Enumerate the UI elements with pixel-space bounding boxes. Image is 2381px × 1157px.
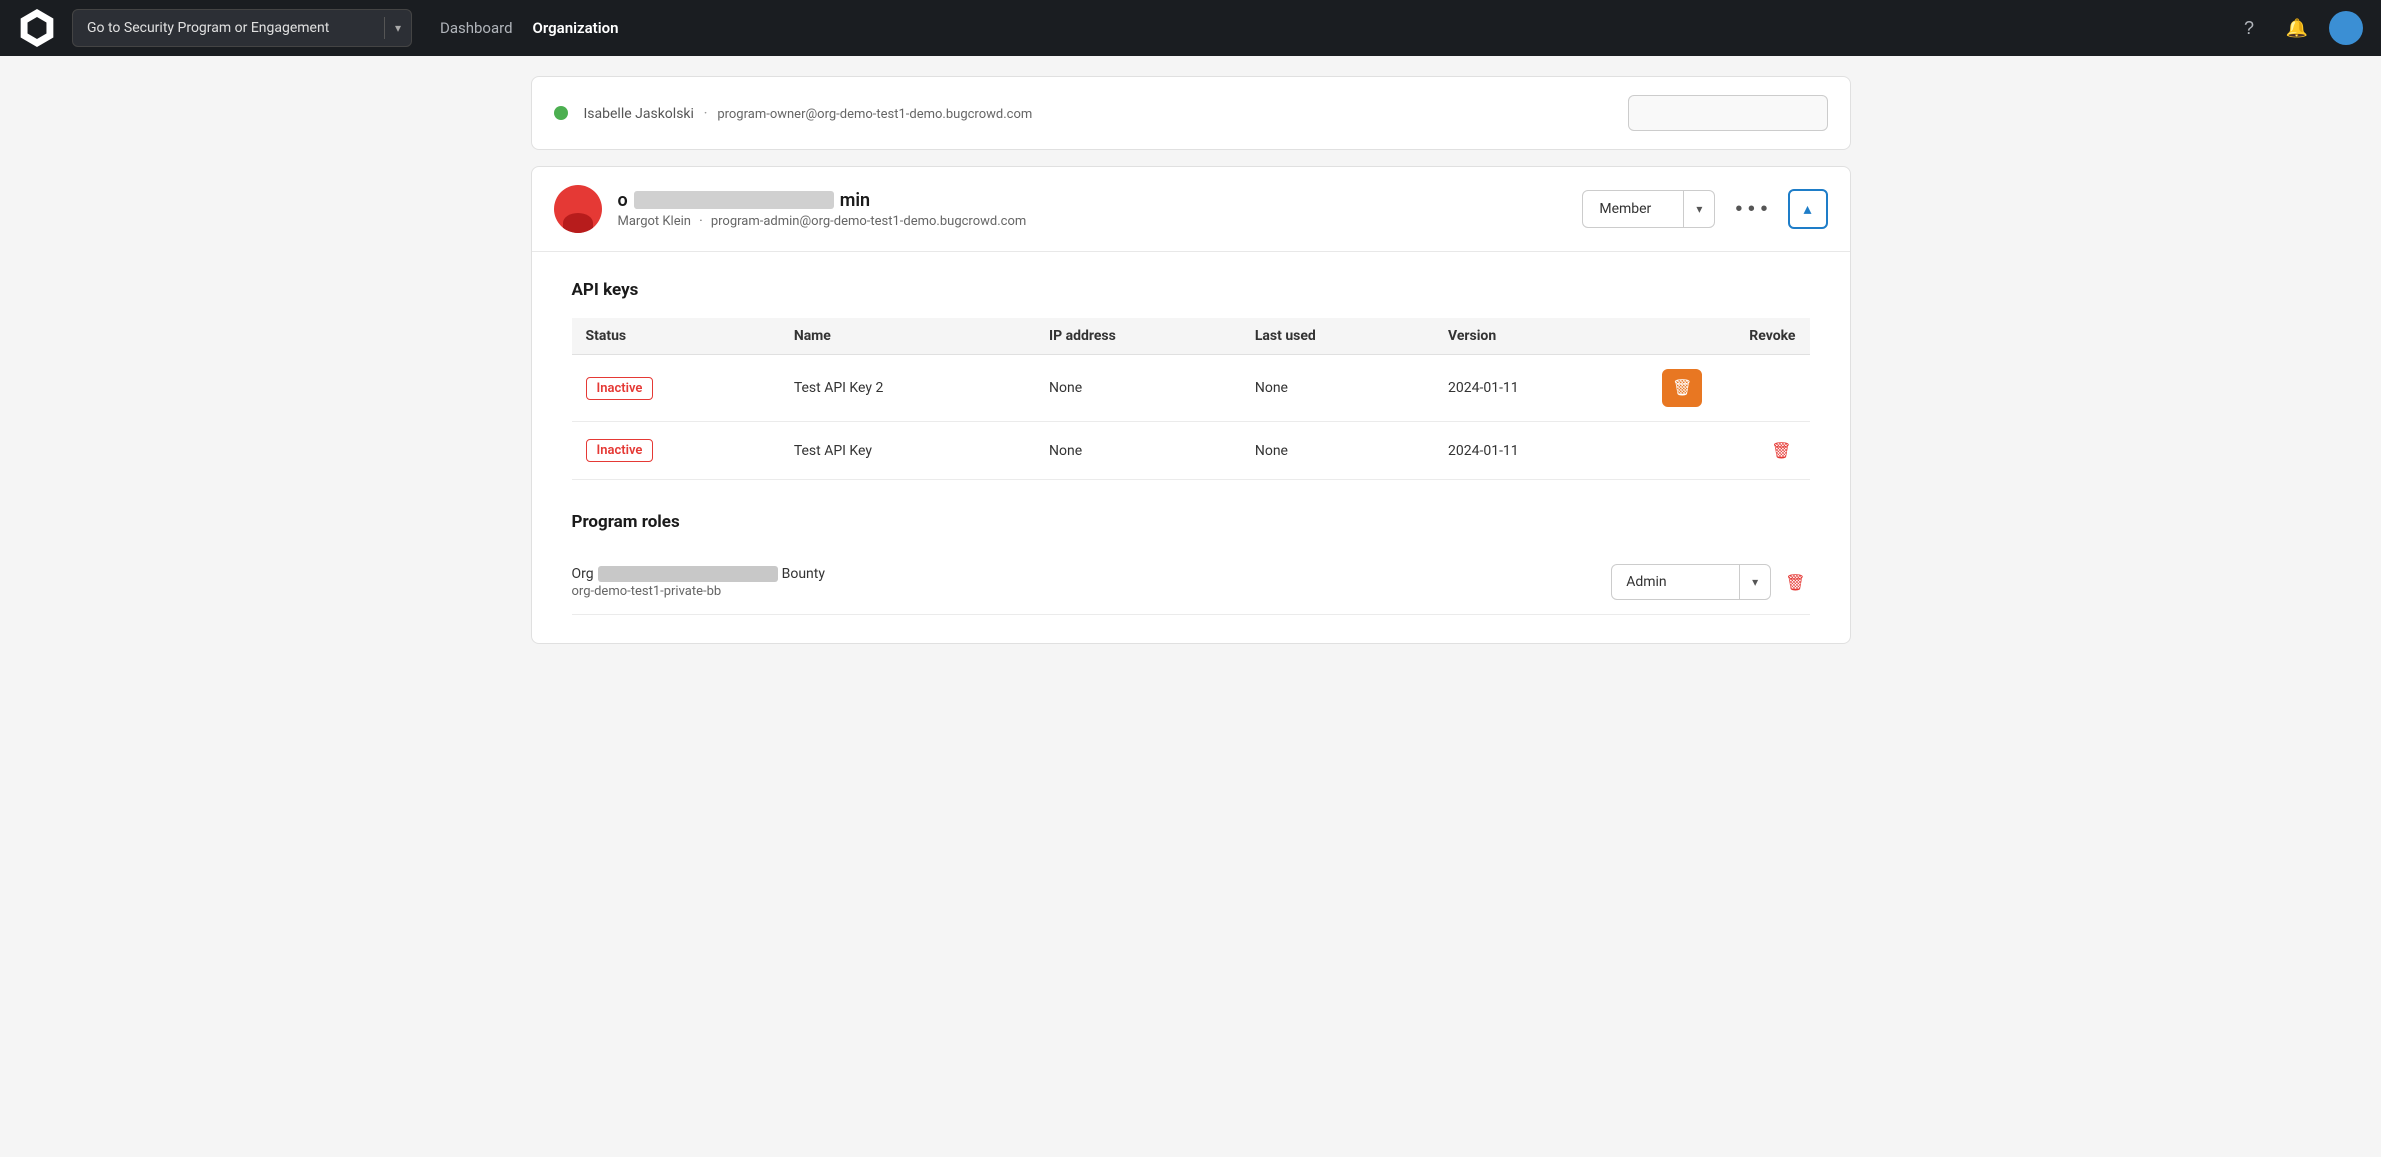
program-roles-section: Program roles Org Bounty org-demo-test1-… (572, 512, 1810, 615)
role-select[interactable]: Member ▾ (1582, 190, 1715, 228)
api-table-body: Inactive Test API Key 2 None None 2024-0… (572, 355, 1810, 480)
top-member-name: Isabelle Jaskolski (584, 106, 694, 122)
col-status: Status (572, 318, 780, 355)
program-role-item-1: Org Bounty org-demo-test1-private-bb Adm… (572, 550, 1810, 615)
api-keys-section: API keys Status Name IP address Last use… (572, 280, 1810, 480)
row2-status: Inactive (572, 422, 780, 480)
notifications-button[interactable]: 🔔 (2281, 12, 2313, 44)
name-prefix: o (618, 190, 628, 211)
revoke-button-highlighted[interactable]: 🗑 (1662, 369, 1702, 407)
dashboard-link[interactable]: Dashboard (440, 19, 513, 37)
email-address: program-admin@org-demo-test1-demo.bugcro… (711, 214, 1026, 229)
api-table-header-row: Status Name IP address Last used Version… (572, 318, 1810, 355)
top-navigation: Go to Security Program or Engagement ▾ D… (0, 0, 2381, 56)
chevron-down-icon: ▾ (1684, 202, 1714, 216)
role-name-prefix: Org (572, 566, 594, 582)
member-expanded-content: API keys Status Name IP address Last use… (532, 252, 1850, 643)
logo-inner (26, 17, 48, 39)
col-last-used: Last used (1241, 318, 1434, 355)
trash-icon-plain: 🗑 (1771, 443, 1791, 460)
role-name-suffix: Bounty (782, 566, 825, 582)
program-role-name: Org Bounty (572, 566, 1612, 582)
row2-revoke: 🗑 (1648, 422, 1809, 480)
member-name: o min (618, 190, 1567, 211)
api-key-row-2: Inactive Test API Key None None 2024-01-… (572, 422, 1810, 480)
main-member-card: o min Margot Klein · program-admin@org-d… (531, 166, 1851, 644)
row2-last-used: None (1241, 422, 1434, 480)
admin-role-select[interactable]: Admin ▾ (1611, 564, 1771, 600)
row2-name: Test API Key (780, 422, 1035, 480)
top-member-email: program-owner@org-demo-test1-demo.bugcro… (717, 107, 1032, 122)
col-version: Version (1434, 318, 1648, 355)
admin-role-label: Admin (1612, 574, 1739, 590)
help-button[interactable]: ? (2233, 12, 2265, 44)
member-avatar (554, 185, 602, 233)
row1-version: 2024-01-11 (1434, 355, 1648, 422)
dropdown-divider (384, 17, 385, 39)
trash-icon: 🗑 (1672, 378, 1692, 398)
member-header: o min Margot Klein · program-admin@org-d… (532, 167, 1850, 252)
role-select-placeholder (1628, 95, 1828, 131)
row1-last-used: None (1241, 355, 1434, 422)
name-suffix: min (840, 190, 870, 211)
status-badge-inactive: Inactive (586, 377, 654, 400)
role-label: Member (1583, 201, 1683, 217)
nav-icons: ? 🔔 (2233, 11, 2363, 45)
top-member-card: Isabelle Jaskolski · program-owner@org-d… (531, 76, 1851, 150)
chevron-down-icon: ▾ (1740, 575, 1770, 589)
more-icon: • • • (1735, 198, 1767, 220)
collapse-button[interactable]: ▴ (1788, 189, 1828, 229)
status-dot (554, 106, 568, 120)
member-info: o min Margot Klein · program-admin@org-d… (618, 190, 1567, 229)
col-name: Name (780, 318, 1035, 355)
chevron-up-icon: ▴ (1803, 199, 1811, 219)
program-role-info: Org Bounty org-demo-test1-private-bb (572, 566, 1612, 599)
page-content: Isabelle Jaskolski · program-owner@org-d… (501, 56, 1881, 680)
api-key-row-1: Inactive Test API Key 2 None None 2024-0… (572, 355, 1810, 422)
member-email: Margot Klein · program-admin@org-demo-te… (618, 214, 1567, 229)
logo[interactable] (18, 9, 56, 47)
organization-link[interactable]: Organization (533, 19, 619, 37)
user-avatar[interactable] (2329, 11, 2363, 45)
revoke-button-plain[interactable]: 🗑 (1767, 436, 1795, 465)
api-table-header: Status Name IP address Last used Version… (572, 318, 1810, 355)
api-keys-title: API keys (572, 280, 1810, 300)
row1-name: Test API Key 2 (780, 355, 1035, 422)
api-keys-table: Status Name IP address Last used Version… (572, 318, 1810, 480)
email-separator: · (699, 214, 702, 229)
chevron-down-icon: ▾ (395, 21, 401, 35)
row2-version: 2024-01-11 (1434, 422, 1648, 480)
role-name-redacted (598, 566, 778, 582)
col-ip: IP address (1035, 318, 1241, 355)
sub-name: Margot Klein (618, 214, 691, 229)
remove-role-button[interactable]: 🗑 (1781, 568, 1809, 597)
row2-ip: None (1035, 422, 1241, 480)
row1-revoke: 🗑 (1648, 355, 1809, 422)
trash-icon-role: 🗑 (1785, 575, 1805, 592)
program-roles-title: Program roles (572, 512, 1810, 532)
bell-icon: 🔔 (2286, 18, 2308, 39)
row1-ip: None (1035, 355, 1241, 422)
program-role-controls: Admin ▾ 🗑 (1611, 564, 1809, 600)
program-role-sub: org-demo-test1-private-bb (572, 584, 1612, 599)
top-member-separator: · (704, 104, 708, 122)
nav-links: Dashboard Organization (440, 19, 618, 37)
col-revoke: Revoke (1648, 318, 1809, 355)
dropdown-label: Go to Security Program or Engagement (87, 20, 374, 36)
row1-status: Inactive (572, 355, 780, 422)
top-member-info: Isabelle Jaskolski · program-owner@org-d… (584, 104, 1033, 122)
member-controls: Member ▾ • • • ▴ (1582, 189, 1827, 229)
status-badge-inactive-2: Inactive (586, 439, 654, 462)
more-options-button[interactable]: • • • (1727, 194, 1775, 225)
name-redacted (634, 191, 834, 209)
help-icon: ? (2244, 18, 2254, 39)
security-program-dropdown[interactable]: Go to Security Program or Engagement ▾ (72, 9, 412, 47)
